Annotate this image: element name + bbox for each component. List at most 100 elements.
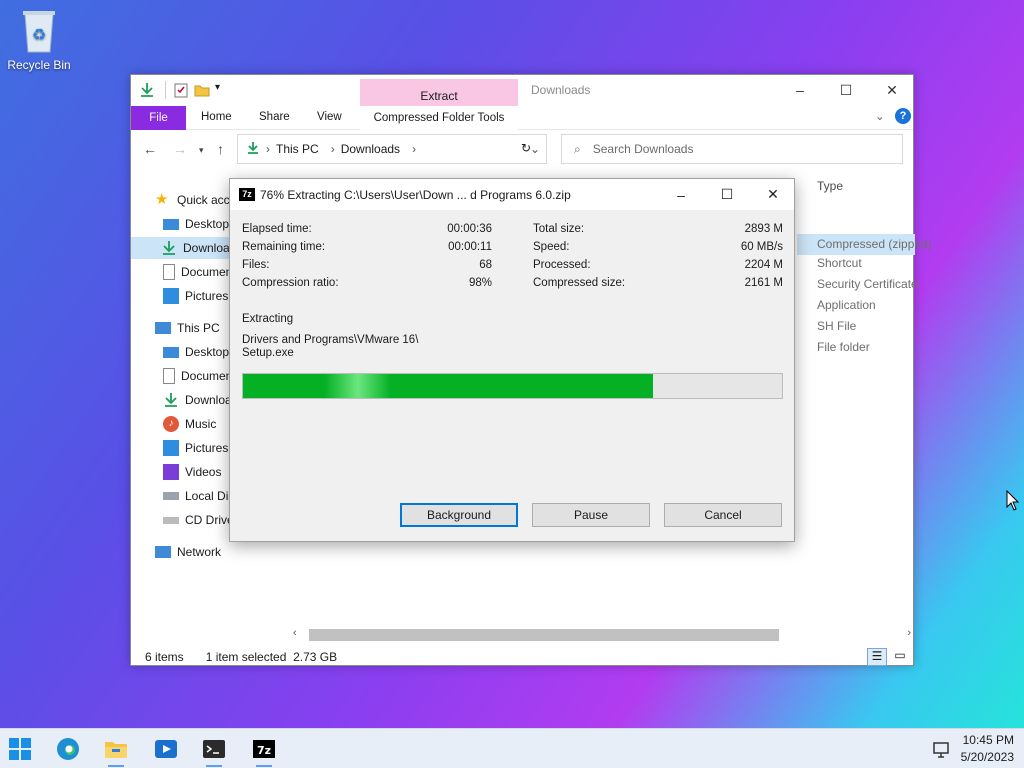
nav-music[interactable]: ♪ Music <box>163 413 216 435</box>
column-header-type[interactable]: Type <box>817 179 843 193</box>
address-dropdown-icon[interactable]: ⌄ <box>530 142 540 156</box>
breadcrumb-this-pc[interactable]: This PC <box>276 142 319 156</box>
media-player-icon[interactable] <box>154 737 178 761</box>
document-icon <box>163 368 175 384</box>
pictures-icon <box>163 440 179 456</box>
network-tray-icon[interactable] <box>932 737 956 761</box>
breadcrumb-separator-icon: › <box>266 142 270 156</box>
videos-icon <box>163 464 179 480</box>
drive-icon <box>163 492 179 500</box>
maximize-button[interactable]: ☐ <box>823 75 869 105</box>
scroll-right-icon[interactable]: › <box>907 627 911 639</box>
desktop-icon <box>163 218 179 230</box>
breadcrumb-separator-icon: › <box>330 142 335 156</box>
file-type-cell[interactable]: Security Certificate <box>817 277 918 291</box>
background-button[interactable]: Background <box>400 503 518 527</box>
back-arrow-icon[interactable]: ← <box>143 141 157 157</box>
file-type-cell[interactable]: Shortcut <box>817 256 862 270</box>
dialog-maximize-button[interactable]: ☐ <box>704 179 750 210</box>
breadcrumb-separator-icon: › <box>412 142 417 156</box>
scroll-left-icon[interactable]: ‹ <box>293 627 297 639</box>
compressed-size-label: Compressed size: <box>533 277 626 289</box>
extract-progress-dialog: 7z 76% Extracting C:\Users\User\Down ...… <box>229 178 795 542</box>
details-view-icon[interactable]: ☰ <box>867 648 887 666</box>
help-icon[interactable]: ? <box>895 108 911 124</box>
scrollbar-thumb[interactable] <box>309 629 779 641</box>
operation-label: Extracting <box>242 313 294 325</box>
start-windows-icon[interactable] <box>8 737 32 761</box>
customize-dropdown-icon[interactable]: ▾ <box>215 82 231 98</box>
nav-videos[interactable]: Videos <box>163 461 221 483</box>
up-arrow-icon[interactable]: ↑ <box>217 141 224 157</box>
download-icon <box>161 240 177 256</box>
dialog-title: 76% Extracting C:\Users\User\Down ... d … <box>260 187 571 202</box>
search-input[interactable]: ⌕ Search Downloads <box>561 134 903 164</box>
star-icon: ★ <box>155 191 169 208</box>
tab-share[interactable]: Share <box>259 111 290 123</box>
nav-pc-pictures[interactable]: Pictures <box>163 437 228 459</box>
file-type-cell[interactable]: SH File <box>817 319 856 333</box>
dialog-close-button[interactable]: ✕ <box>750 179 796 210</box>
pause-button[interactable]: Pause <box>532 503 650 527</box>
address-bar[interactable]: › This PC › Downloads › ⌄ <box>237 134 547 164</box>
files-label: Files: <box>242 259 270 271</box>
nav-cd-drive[interactable]: CD Drive <box>163 509 234 531</box>
edge-browser-icon[interactable] <box>56 737 80 761</box>
cd-drive-icon <box>163 516 179 524</box>
quick-access-toolbar: ▾ Extract Downloads – ☐ ✕ <box>131 75 915 127</box>
nav-desktop[interactable]: Desktop <box>163 213 229 235</box>
download-arrow-icon[interactable] <box>139 82 155 98</box>
dialog-minimize-button[interactable]: – <box>658 179 704 210</box>
remaining-time-value: 00:00:11 <box>448 241 492 253</box>
recycle-bin-desktop-icon[interactable]: ♻ Recycle Bin <box>6 8 72 72</box>
svg-text:7z: 7z <box>257 744 271 757</box>
close-button[interactable]: ✕ <box>869 75 915 105</box>
compression-ratio-value: 98% <box>468 277 492 289</box>
qat-divider <box>165 81 166 99</box>
forward-arrow-icon[interactable]: → <box>173 141 187 157</box>
large-icons-view-icon[interactable]: ▭ <box>891 648 909 666</box>
selection-info: 1 item selected 2.73 GB <box>205 650 338 664</box>
7zip-taskbar-icon[interactable]: 7z <box>252 737 276 767</box>
new-folder-icon[interactable] <box>194 82 210 98</box>
system-clock[interactable]: 10:45 PM 5/20/2023 <box>961 732 1014 766</box>
processed-value: 2204 M <box>744 259 783 271</box>
files-value: 68 <box>479 259 492 271</box>
network-icon <box>155 546 171 558</box>
elapsed-time-value: 00:00:36 <box>447 223 492 235</box>
tab-home[interactable]: Home <box>201 111 232 123</box>
desktop-icon <box>163 346 179 358</box>
file-explorer-taskbar-icon[interactable] <box>104 737 128 767</box>
7zip-app-icon: 7z <box>239 188 255 201</box>
cancel-button[interactable]: Cancel <box>664 503 782 527</box>
remaining-time-label: Remaining time: <box>242 241 326 253</box>
breadcrumb-downloads[interactable]: Downloads <box>341 142 400 156</box>
tab-compressed-folder-tools[interactable]: Compressed Folder Tools <box>360 106 518 130</box>
nav-network[interactable]: Network <box>155 541 221 563</box>
extraction-progress-bar <box>242 373 783 399</box>
downloads-location-icon <box>246 141 260 158</box>
ribbon-collapse-icon[interactable]: ⌄ <box>875 109 885 123</box>
clock-time: 10:45 PM <box>962 733 1014 747</box>
mouse-cursor-icon <box>1006 489 1020 515</box>
file-type-cell[interactable]: Application <box>817 298 876 312</box>
item-count: 6 items <box>145 650 184 664</box>
terminal-icon[interactable] <box>202 737 226 767</box>
nav-this-pc[interactable]: This PC <box>155 317 220 339</box>
tab-file[interactable]: File <box>131 106 186 130</box>
compressed-size-value: 2161 M <box>744 277 783 289</box>
recent-locations-icon[interactable]: ▾ <box>199 145 204 156</box>
clock-date: 5/20/2023 <box>960 750 1014 764</box>
total-size-label: Total size: <box>533 223 585 235</box>
tab-view[interactable]: View <box>317 111 342 123</box>
file-type-cell[interactable]: Compressed (zipped) <box>797 234 932 255</box>
total-size-value: 2893 M <box>744 223 783 235</box>
refresh-icon[interactable]: ↻ <box>521 141 531 155</box>
nav-pictures[interactable]: Pictures <box>163 285 228 307</box>
file-type-cell[interactable]: File folder <box>817 340 870 354</box>
properties-icon[interactable] <box>173 82 189 98</box>
minimize-button[interactable]: – <box>777 75 823 105</box>
horizontal-scrollbar[interactable]: ‹ › <box>291 627 913 643</box>
computer-icon <box>155 322 171 334</box>
nav-pc-desktop[interactable]: Desktop <box>163 341 229 363</box>
